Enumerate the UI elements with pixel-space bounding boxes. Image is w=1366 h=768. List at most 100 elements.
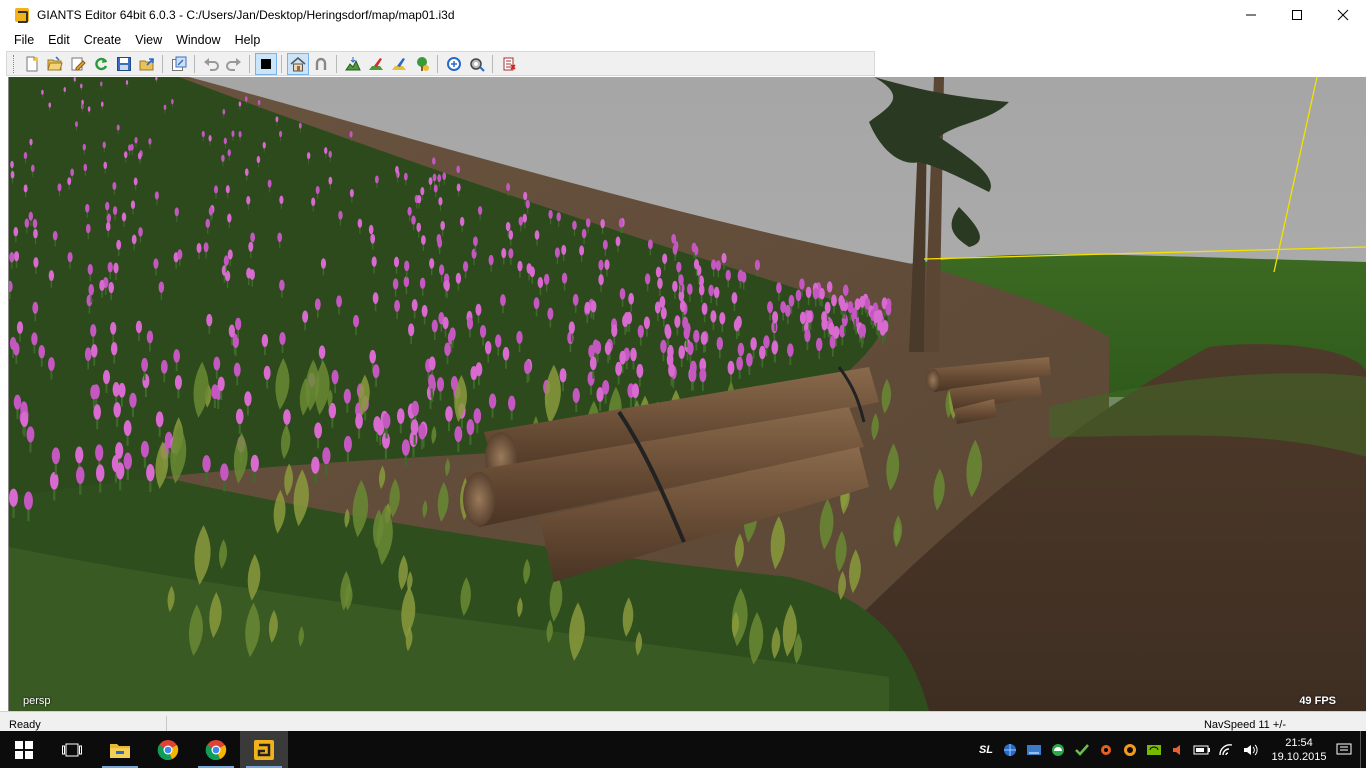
taskbar-chrome-running[interactable] (192, 731, 240, 768)
flower-bloom (516, 330, 523, 344)
flower-bloom (442, 172, 447, 181)
flower-bloom (411, 215, 416, 225)
flower-bloom (154, 191, 159, 200)
tray-sl[interactable]: SL (974, 731, 998, 768)
terrain-paint-button[interactable] (365, 53, 387, 75)
flower-bloom (754, 259, 761, 271)
menu-view[interactable]: View (128, 30, 169, 50)
flower-bloom (727, 360, 735, 375)
flower-bloom (590, 300, 597, 313)
flower-bloom (130, 200, 136, 210)
taskbar-file-explorer[interactable] (96, 731, 144, 768)
flower-bloom (404, 260, 410, 272)
menu-window[interactable]: Window (169, 30, 227, 50)
undo-button[interactable] (200, 53, 222, 75)
notifications-icon[interactable] (1332, 731, 1356, 768)
network-globe-icon[interactable] (998, 731, 1022, 768)
flower-bloom (99, 279, 105, 292)
flower-bloom (131, 234, 137, 245)
security-check-icon[interactable] (1070, 731, 1094, 768)
refresh-button[interactable] (90, 53, 112, 75)
menu-help[interactable]: Help (228, 30, 268, 50)
flower-bloom (137, 152, 142, 160)
start-button[interactable] (0, 731, 48, 768)
flower-bloom (328, 150, 332, 158)
flower-bloom (517, 260, 523, 272)
home-button[interactable] (286, 52, 309, 75)
delete-button[interactable] (498, 53, 520, 75)
minimize-button[interactable] (1228, 0, 1274, 30)
volume-icon[interactable] (1238, 731, 1262, 768)
flower-bloom (85, 203, 90, 213)
steam-icon[interactable] (1022, 731, 1046, 768)
open-button[interactable] (44, 53, 66, 75)
flower-bloom (279, 279, 285, 291)
tree-paint-button[interactable] (411, 53, 433, 75)
flower-bloom (63, 87, 66, 93)
menu-edit[interactable]: Edit (41, 30, 77, 50)
flower-bloom (16, 321, 24, 334)
start-icon (15, 740, 33, 759)
menu-file[interactable]: File (7, 30, 41, 50)
export-button[interactable] (136, 53, 158, 75)
taskbar-giants-editor[interactable] (240, 731, 288, 768)
select-mode-button[interactable] (254, 52, 277, 75)
flower-bloom (522, 213, 528, 223)
flower-bloom (859, 323, 867, 337)
save-button[interactable] (113, 53, 135, 75)
flower-bloom (223, 137, 227, 145)
flower-bloom (833, 325, 840, 339)
flower-bloom (107, 261, 113, 273)
3d-viewport[interactable]: persp 49 FPS (8, 77, 1366, 711)
flower-bloom (369, 349, 377, 364)
flower-bloom (506, 183, 511, 192)
new-file-button[interactable] (21, 53, 43, 75)
flower-bloom (208, 135, 212, 142)
flower-bloom (158, 281, 165, 293)
flower-bloom (432, 173, 437, 182)
flower-bloom (250, 454, 259, 472)
show-desktop-button[interactable] (1360, 731, 1366, 768)
flower-bloom (227, 213, 232, 223)
speaker-alert-icon[interactable] (1166, 731, 1190, 768)
undo-icon (203, 57, 219, 71)
task-view-button[interactable] (48, 731, 96, 768)
flower-bloom (431, 319, 438, 333)
flower-bloom (338, 210, 343, 220)
flower-bloom (75, 466, 85, 485)
flower-bloom (75, 446, 84, 464)
flower-bloom (95, 464, 105, 482)
scripts-button[interactable] (443, 53, 465, 75)
magnet-icon (315, 57, 326, 70)
battery-icon[interactable] (1190, 731, 1214, 768)
snap-button[interactable] (310, 53, 332, 75)
foliage-paint-button[interactable] (388, 53, 410, 75)
nvidia-icon[interactable] (1142, 731, 1166, 768)
wifi-icon[interactable] (1214, 731, 1238, 768)
flower-bloom (556, 212, 561, 222)
origin-icon[interactable] (1118, 731, 1142, 768)
flower-bloom (103, 369, 111, 385)
settings-button[interactable] (466, 53, 488, 75)
clock[interactable]: 21:54 19.10.2015 (1266, 736, 1332, 764)
file-explorer-icon (110, 743, 130, 758)
flower-bloom (437, 237, 443, 248)
terrain-sculpt-button[interactable] (342, 53, 364, 75)
menu-create[interactable]: Create (77, 30, 129, 50)
edit-button[interactable] (67, 53, 89, 75)
flower-bloom (174, 375, 182, 390)
flower-bloom (244, 168, 249, 176)
flower-bloom (631, 383, 640, 399)
toolbar-grip[interactable] (13, 54, 16, 73)
flower-bloom (693, 329, 700, 343)
cloud-sync-icon[interactable] (1046, 731, 1070, 768)
flower-bloom (211, 384, 219, 400)
flower-bloom (70, 168, 75, 177)
close-button[interactable] (1320, 0, 1366, 30)
orange-app-icon[interactable] (1094, 731, 1118, 768)
redo-button[interactable] (223, 53, 245, 75)
flower-bloom (676, 261, 682, 273)
taskbar-chrome[interactable] (144, 731, 192, 768)
maximize-button[interactable] (1274, 0, 1320, 30)
import-button[interactable] (168, 53, 190, 75)
